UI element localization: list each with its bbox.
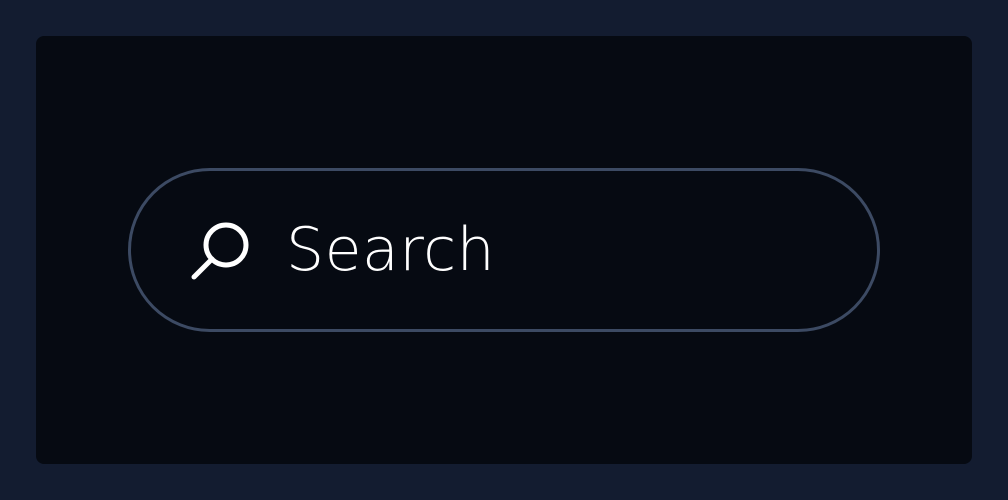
search-panel: Search	[36, 36, 972, 464]
search-icon	[191, 222, 249, 280]
search-placeholder: Search	[286, 215, 496, 285]
search-input[interactable]: Search	[128, 168, 880, 332]
